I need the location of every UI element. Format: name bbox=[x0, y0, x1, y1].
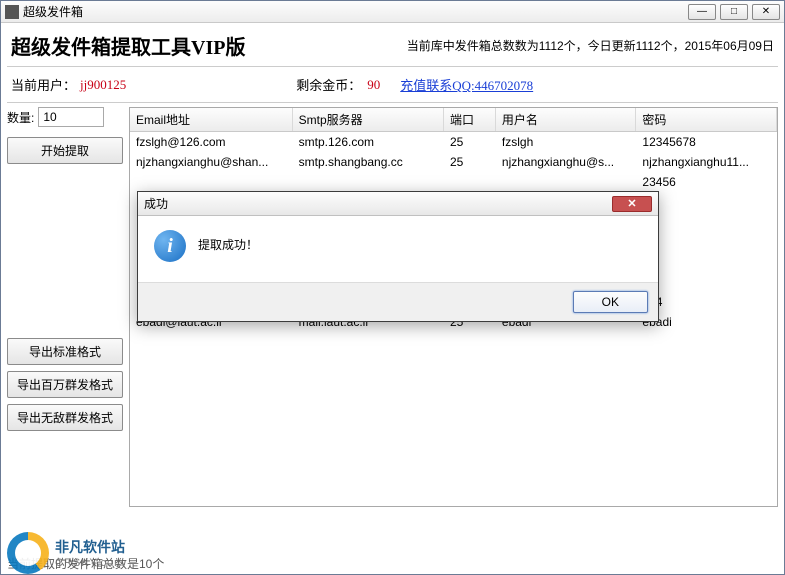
cell-email bbox=[130, 352, 292, 372]
cell-email bbox=[130, 332, 292, 352]
close-button[interactable]: ✕ bbox=[752, 4, 780, 20]
header: 超级发件箱提取工具VIP版 当前库中发件箱总数数为1112个，今日更新1112个… bbox=[1, 23, 784, 66]
cell-email: njzhangxianghu@shan... bbox=[130, 152, 292, 172]
cell-pass: 23456 bbox=[636, 172, 777, 192]
table-row[interactable] bbox=[130, 432, 777, 452]
cell-user bbox=[495, 452, 636, 472]
user-value: jj900125 bbox=[80, 77, 126, 93]
cell-user: njzhangxianghu@s... bbox=[495, 152, 636, 172]
minimize-button[interactable]: — bbox=[688, 4, 716, 20]
cell-port bbox=[444, 452, 496, 472]
cell-email: fzslgh@126.com bbox=[130, 132, 292, 153]
cell-smtp bbox=[292, 432, 443, 452]
dialog-close-button[interactable]: ✕ bbox=[612, 196, 652, 212]
cell-user bbox=[495, 332, 636, 352]
cell-port bbox=[444, 412, 496, 432]
table-row[interactable] bbox=[130, 352, 777, 372]
qty-label: 数量: bbox=[7, 109, 34, 126]
export-standard-button[interactable]: 导出标准格式 bbox=[7, 338, 123, 365]
cell-port bbox=[444, 392, 496, 412]
cell-port bbox=[444, 432, 496, 452]
recharge-link[interactable]: 充值联系QQ:446702078 bbox=[400, 78, 533, 93]
app-icon bbox=[5, 5, 19, 19]
coin-label: 剩余金币： bbox=[296, 75, 361, 94]
cell-user bbox=[495, 352, 636, 372]
dialog-title: 成功 bbox=[144, 195, 168, 212]
cell-user: fzslgh bbox=[495, 132, 636, 153]
watermark-cn: 非凡软件站 bbox=[55, 537, 125, 557]
cell-user bbox=[495, 172, 636, 192]
cell-pass bbox=[636, 372, 777, 392]
window-title: 超级发件箱 bbox=[23, 3, 688, 20]
page-title: 超级发件箱提取工具VIP版 bbox=[11, 31, 245, 60]
cell-pass bbox=[636, 432, 777, 452]
cell-pass bbox=[636, 392, 777, 412]
cell-email bbox=[130, 412, 292, 432]
export-million-button[interactable]: 导出百万群发格式 bbox=[7, 371, 123, 398]
table-row[interactable] bbox=[130, 372, 777, 392]
cell-port bbox=[444, 332, 496, 352]
status-row: 当前用户： jj900125 剩余金币： 90 充值联系QQ:446702078 bbox=[1, 67, 784, 102]
titlebar[interactable]: 超级发件箱 — □ ✕ bbox=[1, 1, 784, 23]
cell-smtp bbox=[292, 412, 443, 432]
dialog-message: 提取成功！ bbox=[198, 230, 258, 262]
maximize-button[interactable]: □ bbox=[720, 4, 748, 20]
cell-user bbox=[495, 412, 636, 432]
table-row[interactable]: 23456 bbox=[130, 172, 777, 192]
cell-pass: 12345678 bbox=[636, 132, 777, 153]
info-icon: i bbox=[154, 230, 186, 262]
col-email[interactable]: Email地址 bbox=[130, 108, 292, 132]
start-extract-button[interactable]: 开始提取 bbox=[7, 137, 123, 164]
qty-input[interactable] bbox=[38, 107, 104, 127]
cell-smtp bbox=[292, 332, 443, 352]
cell-port: 25 bbox=[444, 152, 496, 172]
cell-smtp bbox=[292, 452, 443, 472]
table-row[interactable]: njzhangxianghu@shan...smtp.shangbang.cc2… bbox=[130, 152, 777, 172]
cell-port bbox=[444, 172, 496, 192]
col-port[interactable]: 端口 bbox=[444, 108, 496, 132]
user-label: 当前用户： bbox=[11, 75, 76, 94]
cell-smtp bbox=[292, 172, 443, 192]
cell-smtp bbox=[292, 352, 443, 372]
coin-value: 90 bbox=[367, 77, 380, 93]
col-smtp[interactable]: Smtp服务器 bbox=[292, 108, 443, 132]
watermark: 非凡软件站 CRSKY.com bbox=[7, 532, 125, 574]
cell-email bbox=[130, 432, 292, 452]
success-dialog: 成功 ✕ i 提取成功！ OK bbox=[137, 191, 659, 322]
cell-smtp bbox=[292, 392, 443, 412]
cell-email bbox=[130, 372, 292, 392]
watermark-en: CRSKY.com bbox=[55, 557, 125, 569]
export-wudi-button[interactable]: 导出无敌群发格式 bbox=[7, 404, 123, 431]
cell-user bbox=[495, 392, 636, 412]
cell-email bbox=[130, 172, 292, 192]
cell-port bbox=[444, 372, 496, 392]
table-row[interactable] bbox=[130, 452, 777, 472]
cell-smtp: smtp.126.com bbox=[292, 132, 443, 153]
cell-pass bbox=[636, 412, 777, 432]
summary-text: 当前库中发件箱总数数为1112个，今日更新1112个，2015年06月09日 bbox=[407, 37, 774, 54]
cell-port: 25 bbox=[444, 132, 496, 153]
cell-email bbox=[130, 452, 292, 472]
cell-smtp bbox=[292, 372, 443, 392]
cell-pass bbox=[636, 332, 777, 352]
dialog-ok-button[interactable]: OK bbox=[573, 291, 648, 313]
table-row[interactable]: fzslgh@126.comsmtp.126.com25fzslgh123456… bbox=[130, 132, 777, 153]
cell-port bbox=[444, 352, 496, 372]
dialog-titlebar[interactable]: 成功 ✕ bbox=[138, 192, 658, 216]
cell-pass bbox=[636, 452, 777, 472]
sidebar: 数量: 开始提取 导出标准格式 导出百万群发格式 导出无敌群发格式 bbox=[7, 107, 123, 507]
cell-smtp: smtp.shangbang.cc bbox=[292, 152, 443, 172]
cell-pass bbox=[636, 352, 777, 372]
watermark-logo-icon bbox=[7, 532, 49, 574]
col-pass[interactable]: 密码 bbox=[636, 108, 777, 132]
cell-user bbox=[495, 372, 636, 392]
table-row[interactable] bbox=[130, 392, 777, 412]
table-row[interactable] bbox=[130, 412, 777, 432]
col-user[interactable]: 用户名 bbox=[495, 108, 636, 132]
cell-pass: njzhangxianghu11... bbox=[636, 152, 777, 172]
recharge-link-wrap: 充值联系QQ:446702078 bbox=[400, 75, 533, 94]
cell-email bbox=[130, 392, 292, 412]
table-row[interactable] bbox=[130, 332, 777, 352]
cell-user bbox=[495, 432, 636, 452]
